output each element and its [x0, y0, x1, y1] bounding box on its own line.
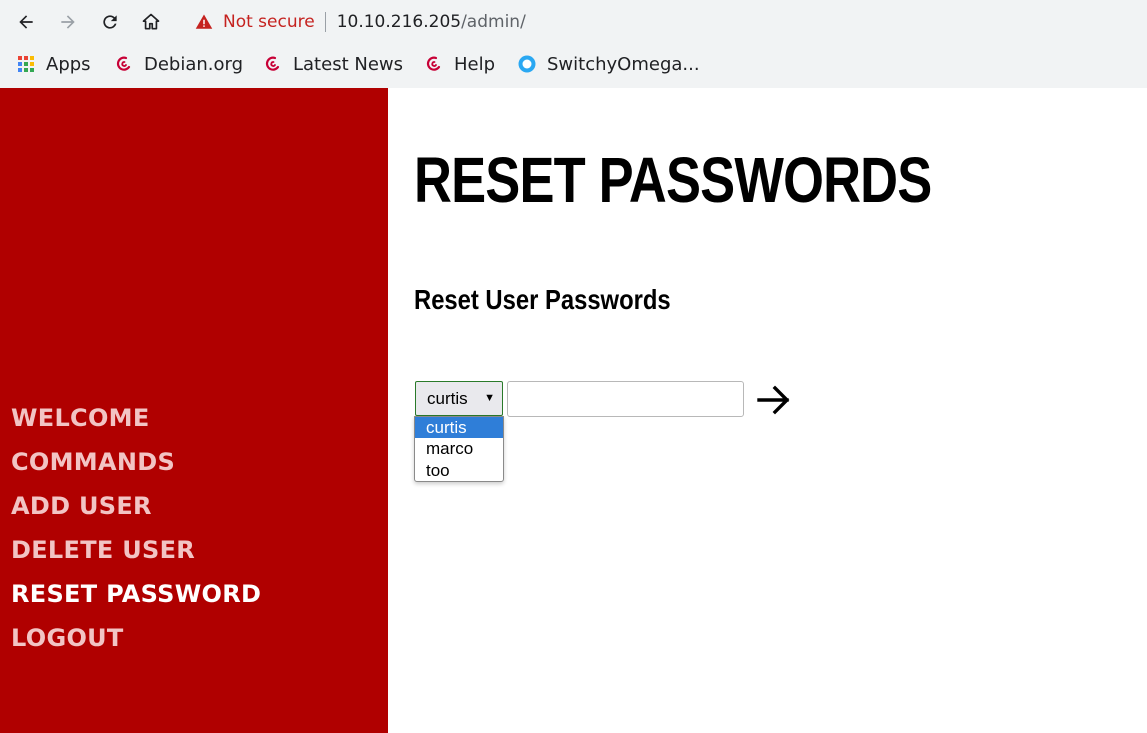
dropdown-option-too[interactable]: too [415, 460, 503, 481]
address-bar[interactable]: Not secure 10.10.216.205/admin/ [182, 5, 1147, 39]
home-icon [142, 13, 160, 30]
sidebar-item-logout[interactable]: LOGOUT [11, 624, 124, 652]
user-select-value: curtis [427, 388, 468, 408]
submit-button[interactable] [754, 382, 794, 418]
debian-swirl-icon [114, 54, 134, 74]
browser-toolbar: Not secure 10.10.216.205/admin/ [0, 0, 1147, 44]
apps-grid-icon [16, 54, 36, 74]
main-content: RESET PASSWORDS Reset User Passwords cur… [388, 88, 1147, 733]
user-select-dropdown: curtis marco too [414, 416, 504, 482]
forward-button[interactable] [54, 8, 82, 36]
sidebar: WELCOME COMMANDS ADD USER DELETE USER RE… [0, 88, 388, 733]
user-select[interactable]: curtis ▼ [415, 381, 503, 416]
back-button[interactable] [12, 8, 40, 36]
arrow-right-icon [757, 385, 790, 415]
arrow-right-icon [61, 15, 75, 29]
bookmark-label: SwitchyOmega... [547, 53, 700, 75]
dropdown-option-curtis[interactable]: curtis [415, 417, 503, 439]
bookmark-label: Debian.org [144, 53, 244, 75]
caret-down-icon: ▼ [484, 392, 495, 404]
bookmark-apps[interactable]: Apps [16, 44, 91, 84]
reload-icon [103, 15, 117, 29]
url-text[interactable]: 10.10.216.205/admin/ [337, 12, 526, 32]
dropdown-option-marco[interactable]: marco [415, 438, 503, 459]
switchyomega-icon [517, 54, 537, 74]
debian-swirl-icon [263, 54, 283, 74]
bookmarks-bar: Apps Debian.org Latest News Help Switchy… [0, 44, 1147, 88]
arrow-left-icon [19, 15, 33, 29]
debian-swirl-icon [424, 54, 444, 74]
url-host: 10.10.216.205 [336, 12, 462, 32]
bookmark-switchyomega[interactable]: SwitchyOmega... [517, 44, 700, 84]
warning-triangle-icon [195, 13, 213, 31]
section-subtitle: Reset User Passwords [414, 284, 671, 315]
sidebar-item-delete-user[interactable]: DELETE USER [11, 536, 195, 564]
home-button[interactable] [137, 8, 165, 36]
reload-button[interactable] [96, 8, 124, 36]
sidebar-item-add-user[interactable]: ADD USER [11, 492, 152, 520]
bookmark-debian-org[interactable]: Debian.org [114, 44, 243, 84]
sidebar-item-reset-password[interactable]: RESET PASSWORD [11, 580, 261, 608]
bookmark-label: Apps [46, 53, 91, 75]
bookmark-label: Help [454, 53, 496, 75]
bookmark-help[interactable]: Help [424, 44, 495, 84]
new-password-input[interactable] [507, 381, 744, 417]
url-path: /admin/ [461, 12, 526, 32]
sidebar-item-commands[interactable]: COMMANDS [11, 448, 175, 476]
bookmark-latest-news[interactable]: Latest News [263, 44, 403, 84]
bookmark-label: Latest News [293, 53, 403, 75]
sidebar-item-welcome[interactable]: WELCOME [11, 404, 150, 432]
page-title: RESET PASSWORDS [414, 144, 932, 216]
omnibox-divider [324, 12, 326, 32]
security-status[interactable]: Not secure [223, 12, 315, 32]
